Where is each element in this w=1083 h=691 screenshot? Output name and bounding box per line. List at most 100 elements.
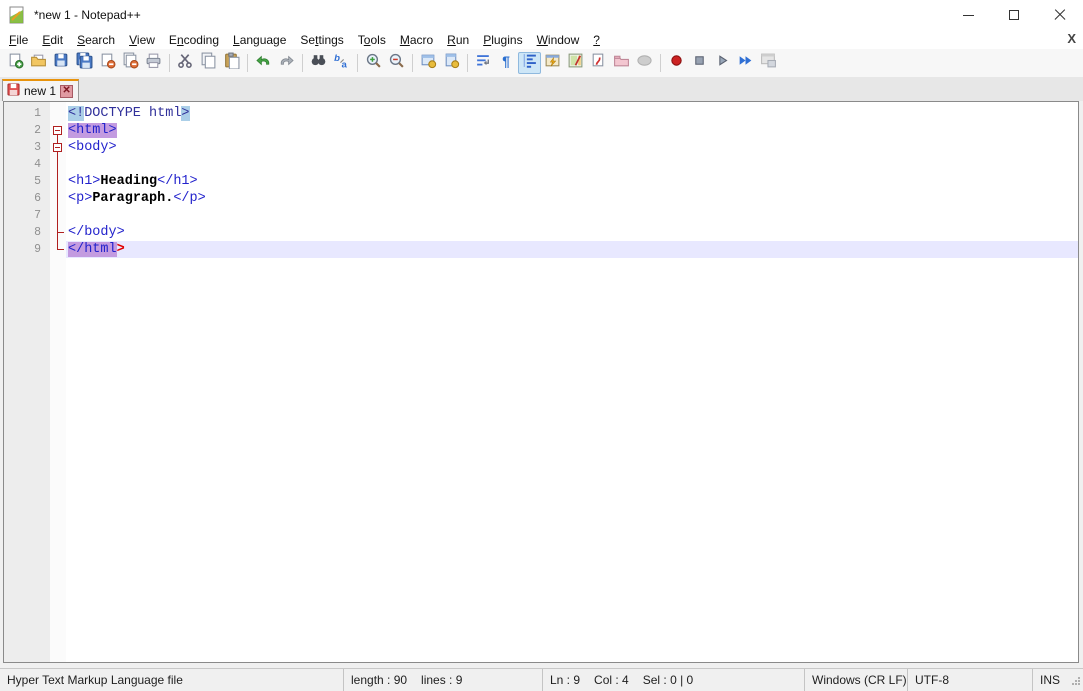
close-all-button[interactable]	[119, 52, 142, 74]
menu-item-language[interactable]: Language	[226, 31, 293, 49]
menu-item-search[interactable]: Search	[70, 31, 122, 49]
line-number: 9	[4, 241, 41, 258]
menu-item-macro[interactable]: Macro	[393, 31, 440, 49]
document-list-button[interactable]	[587, 52, 610, 74]
code-line-5: <h1>Heading</h1>	[66, 173, 1078, 190]
tab-label: new 1	[24, 84, 56, 98]
statusbar-eol-format: Windows (CR LF)	[804, 669, 907, 691]
copy-button[interactable]	[197, 52, 220, 74]
code-line-1: <!DOCTYPE html>	[66, 105, 1078, 122]
macro-record-icon	[668, 52, 685, 74]
line-number: 5	[4, 173, 41, 190]
doc-lines: lines : 9	[421, 673, 462, 687]
notepad-plus-plus-window: *new 1 - Notepad++ FileEditSearchViewEnc…	[0, 0, 1083, 691]
unsaved-floppy-icon	[7, 83, 20, 99]
macro-stop-button[interactable]	[688, 52, 711, 74]
replace-button[interactable]: ba	[330, 52, 353, 74]
code-line-2: <html>	[66, 122, 1078, 139]
menu-item-settings[interactable]: Settings	[293, 31, 350, 49]
document-list-icon	[590, 52, 607, 74]
fold-end-marker	[57, 249, 64, 250]
code-area[interactable]: <!DOCTYPE html><html><body> <h1>Heading</…	[66, 102, 1078, 662]
line-number: 7	[4, 207, 41, 224]
find-icon	[310, 52, 327, 74]
function-list-icon	[544, 52, 561, 74]
new-file-button[interactable]	[4, 52, 27, 74]
find-button[interactable]	[307, 52, 330, 74]
close-all-icon	[122, 52, 139, 74]
status-bar: Hyper Text Markup Language file length :…	[0, 668, 1083, 691]
macro-run-multiple-button[interactable]	[734, 52, 757, 74]
function-list-button[interactable]	[541, 52, 564, 74]
print-button[interactable]	[142, 52, 165, 74]
macro-record-button[interactable]	[665, 52, 688, 74]
close-button[interactable]	[1037, 0, 1083, 30]
paste-button[interactable]	[220, 52, 243, 74]
code-line-4	[66, 156, 1078, 173]
maximize-icon	[1009, 10, 1019, 20]
undo-button[interactable]	[252, 52, 275, 74]
minimize-button[interactable]	[945, 0, 991, 30]
menu-item-tools[interactable]: Tools	[351, 31, 393, 49]
print-icon	[145, 52, 162, 74]
fold-collapse-icon[interactable]	[53, 126, 62, 135]
toolbar-separator	[467, 54, 468, 72]
statusbar-cursor-position: Ln : 9 Col : 4 Sel : 0 | 0	[542, 669, 804, 691]
toolbar-separator	[169, 54, 170, 72]
line-number: 1	[4, 105, 41, 122]
menu-item-view[interactable]: View	[122, 31, 162, 49]
sync-horizontal-scroll-button[interactable]	[440, 52, 463, 74]
statusbar-encoding: UTF-8	[907, 669, 1032, 691]
menubar-close-button[interactable]: X	[1067, 31, 1076, 46]
toolbar-separator	[302, 54, 303, 72]
doc-length: length : 90	[351, 673, 407, 687]
maximize-button[interactable]	[991, 0, 1037, 30]
menu-item-encoding[interactable]: Encoding	[162, 31, 226, 49]
close-file-button[interactable]	[96, 52, 119, 74]
open-file-icon	[30, 52, 47, 74]
line-number: 6	[4, 190, 41, 207]
save-all-button[interactable]	[73, 52, 96, 74]
fold-margin[interactable]	[50, 102, 66, 662]
folder-as-workspace-button[interactable]	[610, 52, 633, 74]
statusbar-doc-type: Hyper Text Markup Language file	[0, 669, 343, 691]
cursor-line: Ln : 9	[550, 673, 580, 687]
line-number-margin[interactable]: 123456789	[4, 102, 50, 662]
menu-item-edit[interactable]: Edit	[35, 31, 70, 49]
resize-grip[interactable]	[1069, 674, 1081, 689]
document-map-icon	[567, 52, 584, 74]
cut-button[interactable]	[174, 52, 197, 74]
monitoring-button[interactable]	[633, 52, 656, 74]
show-all-characters-button[interactable]: ¶	[495, 52, 518, 74]
show-indent-guide-button[interactable]	[518, 52, 541, 74]
save-all-icon	[76, 52, 93, 74]
menu-bar: FileEditSearchViewEncodingLanguageSettin…	[0, 30, 1083, 49]
document-map-button[interactable]	[564, 52, 587, 74]
menu-item-file[interactable]: File	[2, 31, 35, 49]
word-wrap-button[interactable]	[472, 52, 495, 74]
fold-end-marker	[57, 232, 64, 233]
save-button[interactable]	[50, 52, 73, 74]
zoom-in-icon	[365, 52, 382, 74]
redo-icon	[278, 52, 295, 74]
menu-item-window[interactable]: Window	[530, 31, 587, 49]
open-file-button[interactable]	[27, 52, 50, 74]
line-number: 4	[4, 156, 41, 173]
zoom-out-button[interactable]	[385, 52, 408, 74]
zoom-in-button[interactable]	[362, 52, 385, 74]
menu-item-plugins[interactable]: Plugins	[476, 31, 529, 49]
folder-as-workspace-icon	[613, 52, 630, 74]
selection-info: Sel : 0 | 0	[643, 673, 693, 687]
macro-play-button[interactable]	[711, 52, 734, 74]
fold-collapse-icon[interactable]	[53, 143, 62, 152]
tab-close-icon[interactable]: ✕	[60, 85, 73, 98]
macro-save-button[interactable]	[757, 52, 780, 74]
menu-item-run[interactable]: Run	[440, 31, 476, 49]
redo-button[interactable]	[275, 52, 298, 74]
sync-vertical-scroll-button[interactable]	[417, 52, 440, 74]
title-bar: *new 1 - Notepad++	[0, 0, 1083, 30]
notepad-plus-plus-icon	[8, 6, 26, 24]
menu-item-help[interactable]: ?	[586, 31, 607, 49]
tab-new-1[interactable]: new 1 ✕	[2, 79, 79, 101]
code-line-3: <body>	[66, 139, 1078, 156]
